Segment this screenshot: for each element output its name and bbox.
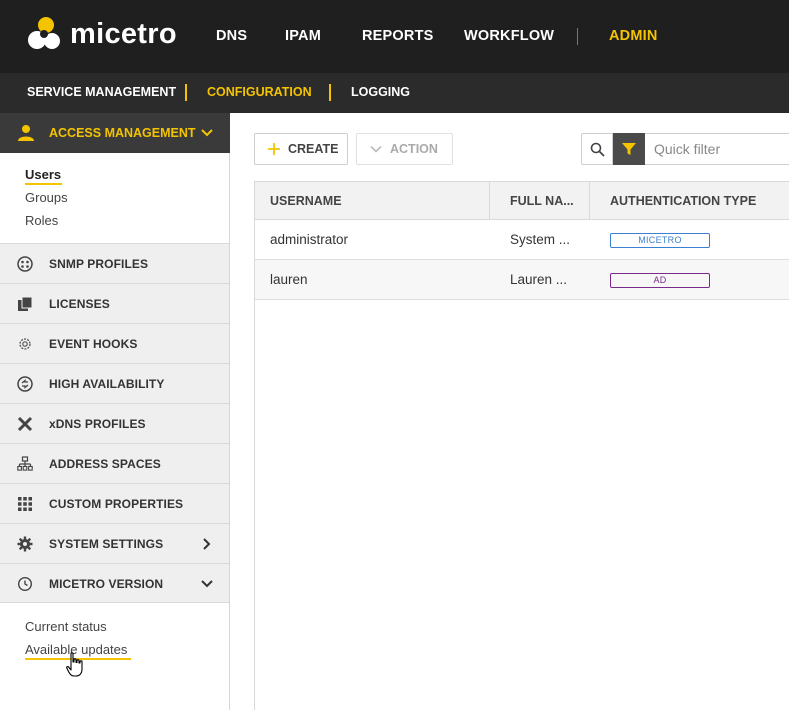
column-header-full-name[interactable]: FULL NA... bbox=[510, 194, 574, 208]
hierarchy-icon bbox=[17, 456, 33, 471]
cell-full-name: Lauren ... bbox=[510, 272, 568, 287]
action-button[interactable]: ACTION bbox=[356, 133, 453, 165]
nav-reports[interactable]: REPORTS bbox=[362, 28, 434, 44]
cell-username: administrator bbox=[270, 232, 349, 247]
column-divider[interactable] bbox=[589, 182, 590, 220]
x-icon bbox=[17, 416, 33, 432]
filter-button[interactable] bbox=[613, 133, 645, 165]
sidebar-item-access-management[interactable]: ACCESS MANAGEMENT bbox=[0, 113, 230, 153]
gear-icon bbox=[17, 536, 33, 552]
snmp-icon bbox=[17, 256, 33, 272]
plus-icon bbox=[268, 143, 280, 155]
sidebar-subitem-roles[interactable]: Roles bbox=[25, 213, 58, 228]
history-icon bbox=[17, 576, 33, 592]
licenses-icon bbox=[18, 296, 33, 311]
table-row[interactable]: administrator System ... MICETRO bbox=[255, 220, 789, 260]
search-button[interactable] bbox=[581, 133, 613, 165]
sidebar-item-label: HIGH AVAILABILITY bbox=[49, 377, 165, 391]
sidebar-item-label: MICETRO VERSION bbox=[49, 577, 164, 591]
chevron-down-icon[interactable] bbox=[199, 576, 215, 592]
nav-dns[interactable]: DNS bbox=[216, 28, 247, 44]
chevron-right-icon[interactable] bbox=[199, 536, 215, 552]
sidebar-subitem-current-status[interactable]: Current status bbox=[25, 619, 107, 634]
table-row[interactable]: lauren Lauren ... AD bbox=[255, 260, 789, 300]
sync-icon bbox=[17, 376, 33, 392]
subnav-configuration[interactable]: CONFIGURATION bbox=[207, 85, 312, 99]
chevron-down-icon[interactable] bbox=[199, 125, 215, 141]
auth-type-badge: AD bbox=[610, 273, 710, 288]
sidebar-item-high-availability[interactable]: HIGH AVAILABILITY bbox=[0, 363, 229, 403]
cell-full-name: System ... bbox=[510, 232, 571, 247]
micetro-logo[interactable] bbox=[27, 16, 65, 54]
column-divider[interactable] bbox=[489, 182, 490, 220]
nav-divider bbox=[577, 28, 578, 45]
sidebar-subitem-groups[interactable]: Groups bbox=[25, 190, 68, 205]
create-button-label: CREATE bbox=[288, 142, 339, 156]
sidebar-item-label: CUSTOM PROPERTIES bbox=[49, 497, 184, 511]
sidebar: ACCESS MANAGEMENT Users Groups Roles SNM… bbox=[0, 113, 230, 710]
sidebar-item-label: LICENSES bbox=[49, 297, 110, 311]
nav-workflow[interactable]: WORKFLOW bbox=[464, 28, 554, 44]
app-name: micetro bbox=[70, 18, 177, 50]
sidebar-item-label: SNMP PROFILES bbox=[49, 257, 149, 271]
sidebar-item-xdns-profiles[interactable]: xDNS PROFILES bbox=[0, 403, 229, 443]
filter-icon bbox=[622, 143, 636, 155]
sidebar-item-label: xDNS PROFILES bbox=[49, 417, 146, 431]
auth-type-badge: MICETRO bbox=[610, 233, 710, 248]
sidebar-item-system-settings[interactable]: SYSTEM SETTINGS bbox=[0, 523, 229, 563]
quick-filter-input[interactable] bbox=[645, 133, 789, 165]
sidebar-item-label: ADDRESS SPACES bbox=[49, 457, 161, 471]
sidebar-subitem-users[interactable]: Users bbox=[25, 167, 61, 182]
cell-username: lauren bbox=[270, 272, 308, 287]
action-button-label: ACTION bbox=[390, 142, 438, 156]
subnav-divider bbox=[185, 84, 187, 101]
sidebar-item-snmp-profiles[interactable]: SNMP PROFILES bbox=[0, 243, 229, 283]
grid-icon bbox=[18, 497, 32, 511]
sidebar-item-event-hooks[interactable]: EVENT HOOKS bbox=[0, 323, 229, 363]
hand-cursor-icon bbox=[66, 652, 83, 677]
nav-ipam[interactable]: IPAM bbox=[285, 28, 321, 44]
divider bbox=[0, 602, 229, 603]
sidebar-item-micetro-version[interactable]: MICETRO VERSION bbox=[0, 563, 229, 603]
sidebar-item-address-spaces[interactable]: ADDRESS SPACES bbox=[0, 443, 229, 483]
users-table: USERNAME FULL NA... AUTHENTICATION TYPE … bbox=[254, 181, 789, 710]
nav-admin[interactable]: ADMIN bbox=[609, 28, 658, 44]
subnav-logging[interactable]: LOGGING bbox=[351, 85, 410, 99]
subnav-service-management[interactable]: SERVICE MANAGEMENT bbox=[27, 85, 176, 99]
sidebar-item-licenses[interactable]: LICENSES bbox=[0, 283, 229, 323]
chevron-down-icon bbox=[370, 145, 382, 153]
sidebar-item-label: ACCESS MANAGEMENT bbox=[49, 126, 196, 140]
active-underline bbox=[25, 183, 62, 185]
sidebar-item-label: EVENT HOOKS bbox=[49, 337, 138, 351]
subnav-divider bbox=[329, 84, 331, 101]
table-header: USERNAME FULL NA... AUTHENTICATION TYPE bbox=[255, 182, 789, 220]
sidebar-item-label: SYSTEM SETTINGS bbox=[49, 537, 164, 551]
sidebar-item-custom-properties[interactable]: CUSTOM PROPERTIES bbox=[0, 483, 229, 523]
gear-outline-icon bbox=[19, 338, 31, 350]
column-header-authentication-type[interactable]: AUTHENTICATION TYPE bbox=[610, 194, 756, 208]
search-icon bbox=[590, 142, 605, 157]
person-icon bbox=[18, 125, 34, 141]
column-header-username[interactable]: USERNAME bbox=[270, 194, 342, 208]
create-button[interactable]: CREATE bbox=[254, 133, 348, 165]
